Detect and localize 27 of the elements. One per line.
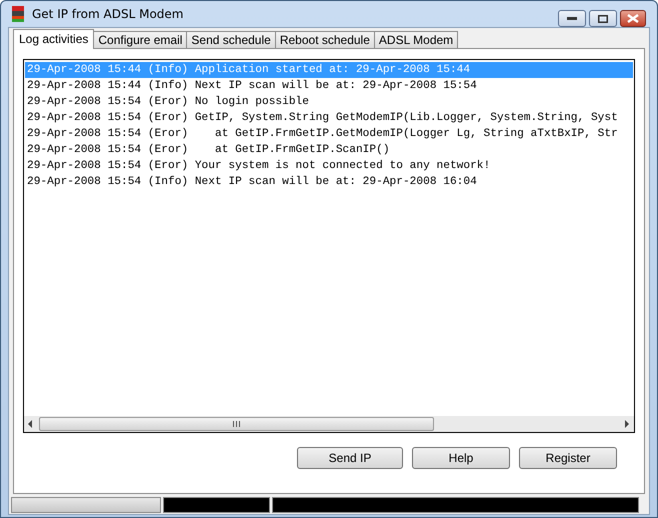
tab[interactable]: Log activities — [13, 29, 94, 49]
scroll-thumb[interactable] — [39, 417, 434, 431]
maximize-button[interactable] — [589, 10, 617, 27]
action-button[interactable]: Send IP — [297, 447, 403, 469]
minimize-icon — [567, 16, 577, 20]
scroll-right-icon[interactable] — [625, 420, 630, 428]
tab[interactable]: ADSL Modem — [374, 31, 458, 48]
log-entry[interactable]: 29-Apr-2008 15:54 (Eror) at GetIP.FrmGetIP.ScanIP() — [25, 142, 633, 158]
action-button[interactable]: Register — [519, 447, 617, 469]
minimize-button[interactable] — [558, 10, 586, 27]
tab[interactable]: Send schedule — [186, 31, 276, 48]
log-entry[interactable]: 29-Apr-2008 15:54 (Eror) GetIP, System.String GetModemIP(Lib.Logger, System.String, Syst — [25, 110, 633, 126]
close-icon — [627, 14, 639, 23]
horizontal-scrollbar[interactable] — [24, 416, 634, 432]
log-entry[interactable]: 29-Apr-2008 15:54 (Eror) Your system is not connected to any network! — [25, 158, 633, 174]
action-button[interactable]: Help — [412, 447, 510, 469]
log-entry[interactable]: 29-Apr-2008 15:54 (Eror) No login possible — [25, 94, 633, 110]
tab[interactable]: Reboot schedule — [274, 31, 375, 48]
tab[interactable]: Configure email — [93, 31, 188, 48]
log-entry[interactable]: 29-Apr-2008 15:54 (Info) Next IP scan will be at: 29-Apr-2008 16:04 — [25, 174, 633, 190]
window-title: Get IP from ADSL Modem — [32, 7, 184, 21]
app-icon — [12, 6, 24, 22]
log-entry[interactable]: 29-Apr-2008 15:54 (Eror) at GetIP.FrmGetIP.GetModemIP(Logger Lg, String aTxtBxIP, Str — [25, 126, 633, 142]
close-button[interactable] — [620, 10, 646, 27]
scroll-left-icon[interactable] — [28, 420, 33, 428]
maximize-icon — [598, 14, 608, 22]
log-entry[interactable]: 29-Apr-2008 15:44 (Info) Next IP scan will be at: 29-Apr-2008 15:54 — [25, 78, 633, 94]
